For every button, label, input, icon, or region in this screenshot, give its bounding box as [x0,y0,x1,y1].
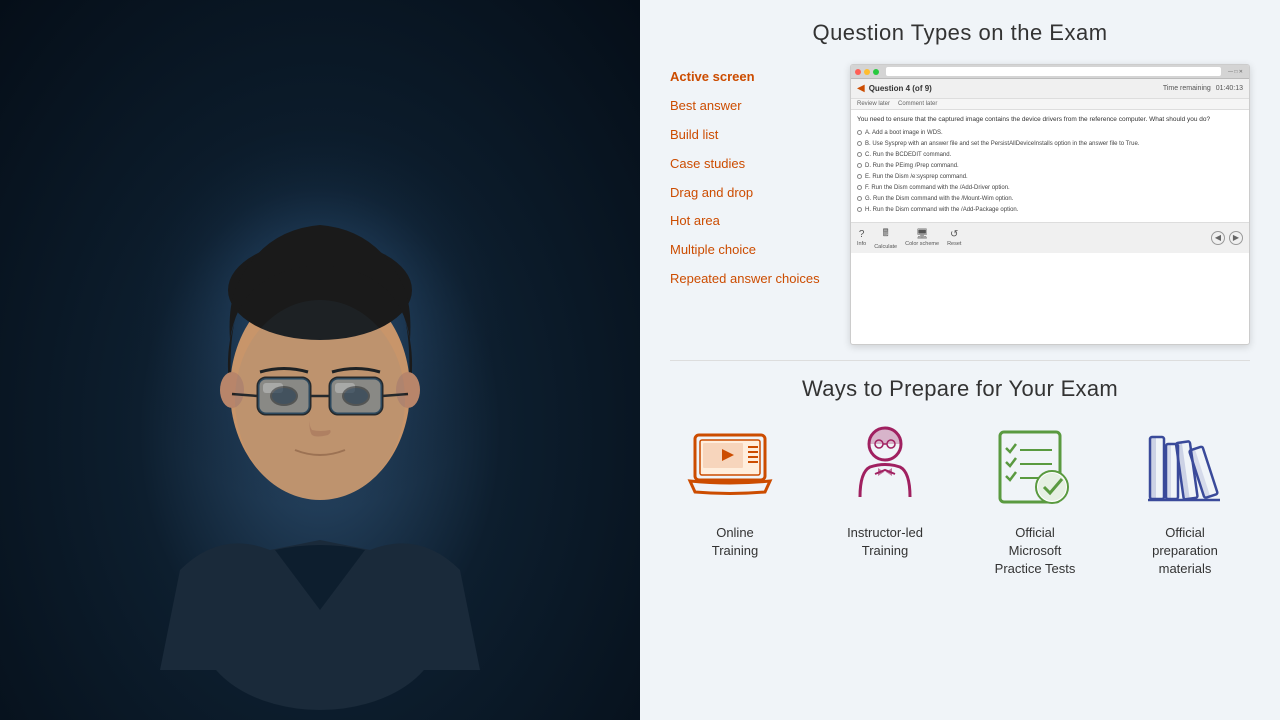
mockup-footer-icons: ? Info 🖩 Calculate 🖥 Color scheme ↺ [857,226,961,250]
mockup-comment-later: Comment later [898,101,937,107]
online-training-icon [690,422,780,512]
photo-overlay [0,0,640,720]
question-type-hot-area[interactable]: Hot area [670,213,830,230]
prep-materials-label: Officialpreparationmaterials [1152,524,1218,579]
mockup-address-bar [886,67,1221,76]
mockup-nav-bar: Review later Comment later [851,99,1249,110]
prep-item-instructor-led: Instructor-ledTraining [825,422,945,560]
ways-to-prepare-title: Ways to Prepare for Your Exam [660,376,1260,402]
mockup-radio-h [857,207,862,212]
mockup-answer-g: G. Run the Dism command with the /Mount-… [857,195,1243,204]
mockup-radio-g [857,196,862,201]
mockup-answer-h: H. Run the Dism command with the /Add-Pa… [857,206,1243,215]
mockup-close-dot [855,69,861,75]
mockup-time-value: 01:40:13 [1216,85,1243,92]
prep-item-practice-tests: OfficialMicrosoftPractice Tests [975,422,1095,579]
mockup-controls: — □ ✕ [1228,69,1243,75]
question-type-active-screen[interactable]: Active screen [670,69,830,86]
mockup-back-icon: ◀ [857,83,865,94]
mockup-review-later: Review later [857,101,890,107]
question-type-multiple-choice[interactable]: Multiple choice [670,242,830,259]
mockup-max-dot [873,69,879,75]
mockup-nav-arrows: ◀ ▶ [1211,231,1243,245]
photo-panel [0,0,640,720]
mockup-radio-c [857,152,862,157]
question-type-drag-drop[interactable]: Drag and drop [670,185,830,202]
prep-items-container: OnlineTraining [660,422,1260,701]
question-type-build-list[interactable]: Build list [670,127,830,144]
mockup-color-scheme-icon: 🖥 Color scheme [905,229,939,247]
mockup-answer-a: A. Add a boot image in WDS. [857,129,1243,138]
question-types-content: Active screen Best answer Build list Cas… [670,64,1250,345]
question-type-list: Active screen Best answer Build list Cas… [670,64,830,345]
mockup-min-dot [864,69,870,75]
prep-item-online-training: OnlineTraining [675,422,795,560]
instructor-led-icon [840,422,930,512]
mockup-prev-button[interactable]: ◀ [1211,231,1225,245]
prep-materials-icon [1140,422,1230,512]
mockup-radio-a [857,130,862,135]
exam-mockup: — □ ✕ ◀ Question 4 (of 9) Time remaining… [850,64,1250,345]
prep-item-prep-materials: Officialpreparationmaterials [1125,422,1245,579]
mockup-question-number: Question 4 (of 9) [869,84,932,93]
question-types-section: Question Types on the Exam Active screen… [640,0,1280,360]
mockup-titlebar: — □ ✕ [851,65,1249,79]
person-illustration [120,50,520,670]
mockup-question-header: ◀ Question 4 (of 9) Time remaining 01:40… [851,79,1249,99]
mockup-header-left: ◀ Question 4 (of 9) [857,83,932,94]
mockup-reset-icon: ↺ Reset [947,229,961,247]
practice-tests-label: OfficialMicrosoftPractice Tests [995,524,1076,579]
mockup-question-text: You need to ensure that the captured ima… [857,115,1243,125]
question-type-repeated-answer[interactable]: Repeated answer choices [670,271,830,288]
mockup-info-icon: ? Info [857,229,866,247]
mockup-answer-c: C. Run the BCDEDIT command. [857,151,1243,160]
content-panel: Question Types on the Exam Active screen… [640,0,1280,720]
online-training-label: OnlineTraining [712,524,758,560]
question-type-best-answer[interactable]: Best answer [670,98,830,115]
mockup-answer-d: D. Run the PEimg /Prep command. [857,162,1243,171]
mockup-answer-f: F. Run the Dism command with the /Add-Dr… [857,184,1243,193]
question-types-title: Question Types on the Exam [670,20,1250,46]
question-type-case-studies[interactable]: Case studies [670,156,830,173]
practice-tests-icon [990,422,1080,512]
mockup-time-label: Time remaining [1163,85,1211,92]
mockup-timer-area: Time remaining 01:40:13 [1163,85,1243,92]
mockup-radio-e [857,174,862,179]
mockup-answer-e: E. Run the Dism /e:sysprep command. [857,173,1243,182]
mockup-calculate-icon: 🖩 Calculate [874,226,897,250]
ways-to-prepare-section: Ways to Prepare for Your Exam [640,361,1280,720]
mockup-radio-f [857,185,862,190]
mockup-footer: ? Info 🖩 Calculate 🖥 Color scheme ↺ [851,222,1249,253]
mockup-next-button[interactable]: ▶ [1229,231,1243,245]
mockup-body: You need to ensure that the captured ima… [851,110,1249,222]
instructor-led-label: Instructor-ledTraining [847,524,923,560]
mockup-radio-d [857,163,862,168]
mockup-answer-b: B. Use Sysprep with an answer file and s… [857,140,1243,149]
mockup-radio-b [857,141,862,146]
